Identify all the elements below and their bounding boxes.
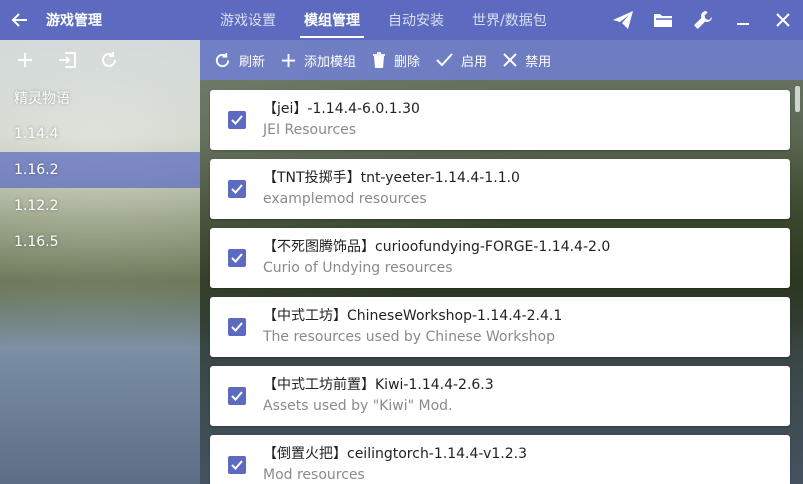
tab-game-settings[interactable]: 游戏设置 [206,0,290,40]
import-icon [59,52,76,68]
refresh-icon [215,52,230,67]
version-item[interactable]: 1.14.4 [0,116,200,152]
mod-name: 【倒置火把】ceilingtorch-1.14.4-v1.2.3 [263,446,527,462]
refresh-label: 刷新 [239,54,266,70]
title-bar: 游戏管理 游戏设置 模组管理 自动安装 世界/数据包 [0,0,803,40]
add-version-button[interactable] [4,40,46,80]
close-button[interactable] [763,0,803,40]
mod-info: 【jei】-1.14.4-6.0.1.30 JEI Resources [263,99,420,141]
trash-icon [373,51,386,68]
mod-name: 【不死图腾饰品】curioofundying-FORGE-1.14.4-2.0 [263,239,611,255]
version-list: 精灵物语 1.14.4 1.16.2 1.12.2 1.16.5 [0,80,200,260]
delete-label: 删除 [394,54,421,70]
wrench-icon [694,11,712,29]
mod-item[interactable]: 【不死图腾饰品】curioofundying-FORGE-1.14.4-2.0 … [210,228,790,288]
close-icon [776,13,790,27]
check-icon [231,184,243,194]
close-icon [503,53,517,67]
version-item-selected[interactable]: 1.16.2 [0,152,200,188]
mod-description: Mod resources [263,467,365,483]
check-icon [231,460,243,470]
mod-item[interactable]: 【中式工坊前置】Kiwi-1.14.4-2.6.3 Assets used by… [210,366,790,426]
disable-button[interactable]: 禁用 [497,40,561,80]
mod-management-panel: 刷新 添加模组 删除 启用 禁用 【jei】-1.14.4-6.0.1.30 J… [200,40,803,484]
check-icon [231,391,243,401]
tab-mod-management[interactable]: 模组管理 [290,0,374,40]
mod-info: 【中式工坊】ChineseWorkshop-1.14.4-2.4.1 The r… [263,306,562,348]
mod-info: 【不死图腾饰品】curioofundying-FORGE-1.14.4-2.0 … [263,237,610,279]
mod-description: Assets used by "Kiwi" Mod. [263,398,453,414]
mod-info: 【倒置火把】ceilingtorch-1.14.4-v1.2.3 Mod res… [263,444,527,484]
mod-info: 【TNT投掷手】tnt-yeeter-1.14.4-1.1.0 examplem… [263,168,520,210]
minimize-button[interactable] [723,0,763,40]
delete-button[interactable]: 删除 [366,40,430,80]
enable-label: 启用 [461,54,488,70]
paper-plane-icon [613,11,633,29]
mod-name: 【中式工坊】ChineseWorkshop-1.14.4-2.4.1 [263,308,563,324]
mod-info: 【中式工坊前置】Kiwi-1.14.4-2.6.3 Assets used by… [263,375,494,417]
minimize-icon [737,23,749,25]
mod-checkbox[interactable] [228,387,246,405]
tab-bar: 游戏设置 模组管理 自动安装 世界/数据包 [206,0,561,40]
sidebar-toolbar [0,40,200,80]
check-icon [231,253,243,263]
mod-description: examplemod resources [263,191,427,207]
launch-button[interactable] [603,0,643,40]
arrow-left-icon [11,13,27,27]
mod-item[interactable]: 【中式工坊】ChineseWorkshop-1.14.4-2.4.1 The r… [210,297,790,357]
add-mod-label: 添加模组 [304,54,357,70]
settings-button[interactable] [683,0,723,40]
version-item[interactable]: 精灵物语 [0,80,200,116]
version-item[interactable]: 1.16.5 [0,224,200,260]
folder-icon [654,14,672,27]
app-title: 游戏管理 [46,13,102,29]
mod-action-bar: 刷新 添加模组 删除 启用 禁用 [200,40,803,80]
version-sidebar: 精灵物语 1.14.4 1.16.2 1.12.2 1.16.5 [0,40,200,484]
open-folder-button[interactable] [643,0,683,40]
mod-item[interactable]: 【倒置火把】ceilingtorch-1.14.4-v1.2.3 Mod res… [210,435,790,484]
refresh-versions-button[interactable] [88,40,130,80]
disable-label: 禁用 [525,54,552,70]
version-item[interactable]: 1.12.2 [0,188,200,224]
check-icon [231,322,243,332]
scrollbar-thumb[interactable] [795,86,800,112]
mod-name: 【中式工坊前置】Kiwi-1.14.4-2.6.3 [263,377,494,393]
plus-icon [281,53,296,67]
mod-checkbox[interactable] [228,318,246,336]
mod-description: JEI Resources [263,122,357,138]
mod-item[interactable]: 【jei】-1.14.4-6.0.1.30 JEI Resources [210,90,790,150]
mod-description: Curio of Undying resources [263,260,453,276]
refresh-button[interactable]: 刷新 [208,40,275,80]
check-icon [436,53,453,67]
tab-auto-install[interactable]: 自动安装 [374,0,458,40]
refresh-icon [102,52,116,67]
plus-icon [18,53,32,67]
import-button[interactable] [46,40,88,80]
back-button[interactable] [0,0,40,40]
mod-name: 【jei】-1.14.4-6.0.1.30 [263,101,420,117]
mod-name: 【TNT投掷手】tnt-yeeter-1.14.4-1.1.0 [263,170,520,186]
mod-item[interactable]: 【TNT投掷手】tnt-yeeter-1.14.4-1.1.0 examplem… [210,159,790,219]
enable-button[interactable]: 启用 [430,40,497,80]
mod-checkbox[interactable] [228,111,246,129]
mod-checkbox[interactable] [228,180,246,198]
mod-description: The resources used by Chinese Workshop [263,329,555,345]
mod-checkbox[interactable] [228,456,246,474]
tab-worlds-datapacks[interactable]: 世界/数据包 [458,0,561,40]
mod-list: 【jei】-1.14.4-6.0.1.30 JEI Resources 【TNT… [210,90,790,484]
window-actions [603,0,803,40]
mod-checkbox[interactable] [228,249,246,267]
check-icon [231,115,243,125]
add-mod-button[interactable]: 添加模组 [275,40,366,80]
